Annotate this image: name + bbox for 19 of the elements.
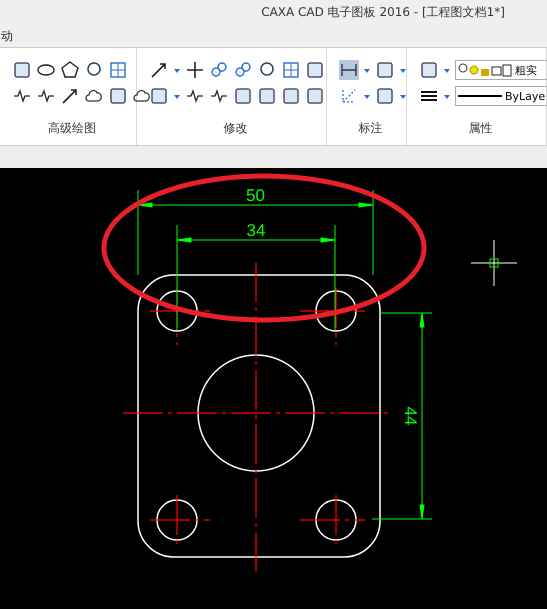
menu-item[interactable]: 动 [1, 28, 13, 44]
table-icon[interactable] [108, 60, 128, 80]
ribbon-group-label: 修改 [224, 120, 248, 137]
ribbon-group-label: 标注 [358, 120, 382, 137]
dimension-text: 50 [246, 186, 265, 205]
pentagon-icon[interactable] [60, 60, 80, 80]
linetype-field[interactable]: ByLaye [455, 86, 547, 106]
ribbon-group-label: 属性 [468, 120, 492, 137]
window-title: CAXA CAD 电子图板 2016 - [工程图文档1*] [261, 4, 505, 21]
move-icon[interactable] [185, 60, 205, 80]
ribbon-group-label: 高级绘图 [48, 120, 96, 137]
crosshair-cursor-icon [470, 240, 518, 286]
arrow-icon[interactable] [60, 86, 80, 106]
cad-drawing-canvas[interactable]: 50 34 44 [0, 168, 547, 609]
layer-field[interactable]: 粗实 [455, 60, 547, 80]
dimension-text: 34 [246, 221, 266, 240]
dimension-text: 44 [401, 406, 420, 426]
dimension-icon[interactable] [339, 60, 359, 80]
layer-status-icons[interactable] [458, 63, 512, 77]
